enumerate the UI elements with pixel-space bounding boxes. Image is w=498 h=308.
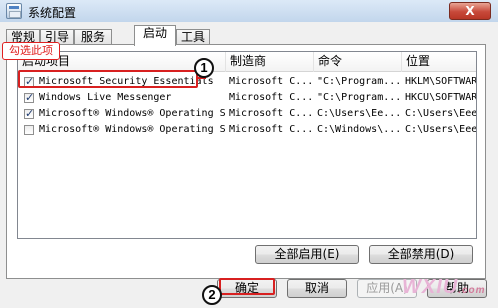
column-command[interactable]: 命令 xyxy=(314,52,402,72)
row-command: "C:\Program... xyxy=(317,76,402,87)
list-row[interactable]: Microsoft® Windows® Operating Sy... Micr… xyxy=(18,122,476,138)
row-checkbox[interactable] xyxy=(24,106,34,122)
row-manufacturer: Microsoft C... xyxy=(229,92,314,103)
step-1-marker: 1 xyxy=(194,58,214,78)
row-location: HKCU\SOFTWARE\M xyxy=(405,92,477,103)
watermark-suffix: .com xyxy=(458,285,486,296)
row-item: Microsoft® Windows® Operating Sy... xyxy=(39,124,226,135)
list-row[interactable]: Microsoft® Windows® Operating Sy... Micr… xyxy=(18,106,476,122)
callout-label: 勾选此项 xyxy=(2,42,60,60)
row-highlight xyxy=(18,70,198,88)
list-header: 启动项目 制造商 命令 位置 xyxy=(18,52,476,72)
title-bar: 系统配置 X xyxy=(0,0,498,22)
list-row[interactable]: Windows Live Messenger Microsoft C... "C… xyxy=(18,90,476,106)
row-item: Microsoft® Windows® Operating Sy... xyxy=(39,108,226,119)
system-config-icon xyxy=(6,3,22,19)
step-2-marker: 2 xyxy=(202,285,222,305)
row-checkbox[interactable] xyxy=(24,125,34,135)
window-title: 系统配置 xyxy=(28,6,77,20)
tab-startup[interactable]: 启动 xyxy=(134,25,176,46)
row-manufacturer: Microsoft C... xyxy=(229,108,314,119)
close-button[interactable]: X xyxy=(449,2,491,20)
cancel-button[interactable]: 取消 xyxy=(287,279,347,298)
row-location: HKLM\SOFTWARE\M xyxy=(405,76,477,87)
row-manufacturer: Microsoft C... xyxy=(229,76,314,87)
tab-tools[interactable]: 工具 xyxy=(176,29,210,45)
row-command: C:\Windows\... xyxy=(317,124,402,135)
disable-all-button[interactable]: 全部禁用(D) xyxy=(369,245,473,264)
tab-strip: 常规 引导 服务 启动 工具 xyxy=(6,25,486,46)
column-location[interactable]: 位置 xyxy=(402,52,476,72)
row-location: C:\Users\EeeKB\ xyxy=(405,124,477,135)
watermark-text: WXIU xyxy=(402,276,459,298)
enable-all-button[interactable]: 全部启用(E) xyxy=(255,245,359,264)
dialog-body: 常规 引导 服务 启动 工具 启动项目 制造商 命令 位置 Microsoft … xyxy=(0,22,498,308)
row-item: Windows Live Messenger xyxy=(39,92,172,103)
row-location: C:\Users\EeeKB\ xyxy=(405,108,477,119)
tab-services[interactable]: 服务 xyxy=(74,29,112,45)
watermark-logo: WXIU.com xyxy=(402,276,486,299)
ok-highlight xyxy=(219,278,275,295)
row-command: C:\Users\Ee... xyxy=(317,108,402,119)
row-command: "C:\Program... xyxy=(317,92,402,103)
column-manufacturer[interactable]: 制造商 xyxy=(226,52,314,72)
row-checkbox[interactable] xyxy=(24,90,34,106)
row-manufacturer: Microsoft C... xyxy=(229,124,314,135)
